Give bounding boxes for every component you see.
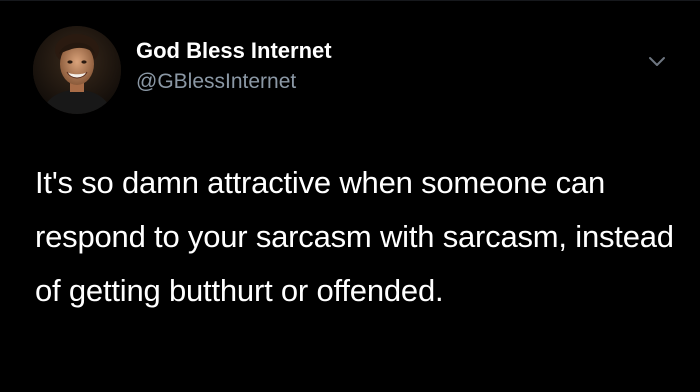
display-name[interactable]: God Bless Internet (136, 38, 332, 64)
tweet-card: God Bless Internet @GBlessInternet It's … (0, 0, 700, 392)
chevron-down-icon[interactable] (646, 50, 668, 72)
avatar-photo-icon (33, 26, 121, 114)
tweet-text: It's so damn attractive when someone can… (35, 165, 674, 308)
user-handle[interactable]: @GBlessInternet (136, 70, 296, 94)
avatar[interactable] (33, 26, 121, 114)
